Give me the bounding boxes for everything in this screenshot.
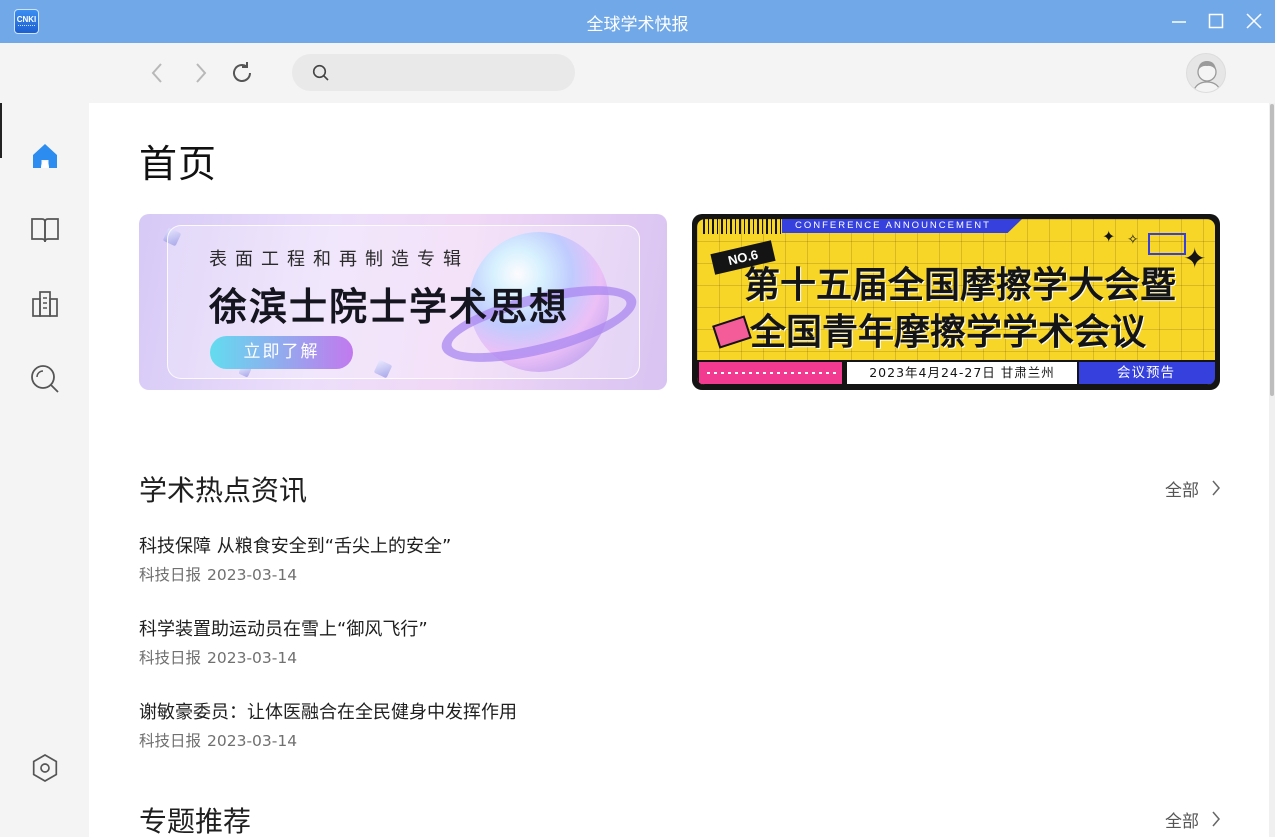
soundwave-decoration — [699, 362, 842, 384]
hot-news-more-link[interactable]: 全部 — [1165, 477, 1221, 501]
sidebar-item-home[interactable] — [26, 137, 64, 175]
news-meta: 科技日报 2023-03-14 — [139, 646, 297, 668]
sidebar — [0, 103, 89, 837]
envelope-icon — [712, 315, 752, 349]
news-item[interactable]: 科技保障 从粮食安全到“舌尖上的安全” 科技日报 2023-03-14 — [139, 532, 839, 588]
refresh-button[interactable] — [228, 59, 256, 87]
window-edge — [0, 103, 2, 158]
main-content: 首页 表面工程和再制造专辑 徐滨士院士学术思想 立即了解 CONFERENCE … — [89, 103, 1269, 837]
conference-title-line1: 第十五届全国摩擦学大会暨 — [744, 265, 1177, 306]
title-bar: CNKI 全球学术快报 — [0, 0, 1275, 43]
news-source: 科技日报 — [139, 649, 202, 667]
settings-hexagon-icon — [32, 754, 58, 782]
banner-xu-binshi[interactable]: 表面工程和再制造专辑 徐滨士院士学术思想 立即了解 — [139, 214, 667, 390]
news-date: 2023-03-14 — [207, 732, 298, 750]
window-title: 全球学术快报 — [586, 15, 689, 35]
news-source: 科技日报 — [139, 732, 202, 750]
close-button[interactable] — [1240, 8, 1268, 34]
news-date: 2023-03-14 — [207, 649, 298, 667]
maximize-button[interactable] — [1202, 8, 1230, 34]
news-title[interactable]: 科技保障 从粮食安全到“舌尖上的安全” — [139, 532, 451, 558]
chevron-right-icon — [196, 63, 207, 83]
user-avatar[interactable] — [1186, 53, 1226, 93]
banner-grid-background: CONFERENCE ANNOUNCEMENT ✦ ✧ ✦ NO.6 第十五届全… — [697, 219, 1215, 385]
building-icon — [32, 291, 58, 317]
news-item[interactable]: 科学装置助运动员在雪上“御风飞行” 科技日报 2023-03-14 — [139, 615, 839, 671]
search-box[interactable] — [292, 54, 575, 91]
announcement-tag: CONFERENCE ANNOUNCEMENT — [782, 219, 1022, 233]
hot-news-header: 学术热点资讯 全部 — [139, 469, 1221, 507]
sidebar-item-settings[interactable] — [26, 749, 64, 787]
close-icon — [1246, 13, 1262, 29]
search-input[interactable] — [336, 54, 561, 91]
sidebar-item-institution[interactable] — [26, 285, 64, 323]
news-item[interactable]: 谢敏豪委员：让体医融合在全民健身中发挥作用 科技日报 2023-03-14 — [139, 698, 839, 754]
home-icon — [33, 144, 57, 168]
news-title[interactable]: 科学装置助运动员在雪上“御风飞行” — [139, 615, 428, 641]
chevron-right-icon — [1212, 811, 1220, 827]
learn-more-button[interactable]: 立即了解 — [210, 336, 353, 369]
barcode-decoration — [703, 219, 783, 234]
banner-subtitle: 表面工程和再制造专辑 — [209, 249, 469, 270]
news-meta: 科技日报 2023-03-14 — [139, 563, 297, 585]
maximize-icon — [1208, 13, 1224, 29]
news-title[interactable]: 谢敏豪委员：让体医融合在全民健身中发挥作用 — [139, 698, 517, 724]
topics-title: 专题推荐 — [139, 805, 252, 837]
toolbar — [0, 43, 1275, 103]
topics-more-link[interactable]: 全部 — [1165, 808, 1221, 832]
conference-title-line2: 全国青年摩擦学学术会议 — [750, 312, 1147, 353]
sidebar-item-search[interactable] — [26, 360, 64, 398]
minimize-button[interactable] — [1165, 8, 1193, 34]
sparkle-icon: ✧ — [1127, 232, 1139, 248]
more-label: 全部 — [1165, 480, 1199, 501]
banner-tribology-conference[interactable]: CONFERENCE ANNOUNCEMENT ✦ ✧ ✦ NO.6 第十五届全… — [692, 214, 1220, 390]
news-source: 科技日报 — [139, 566, 202, 584]
chevron-left-icon — [151, 63, 162, 83]
user-avatar-icon — [1192, 61, 1222, 92]
page-title: 首页 — [139, 142, 218, 186]
search-icon — [312, 64, 329, 81]
search-icon — [31, 365, 59, 393]
sparkle-icon: ✦ — [1183, 242, 1207, 275]
news-meta: 科技日报 2023-03-14 — [139, 729, 297, 751]
sidebar-item-library[interactable] — [26, 211, 64, 249]
refresh-icon — [233, 62, 251, 82]
back-button[interactable] — [143, 59, 171, 87]
chevron-right-icon — [1212, 480, 1220, 496]
hot-news-title: 学术热点资讯 — [139, 474, 308, 507]
forward-button[interactable] — [187, 59, 215, 87]
rect-decoration — [1148, 233, 1186, 255]
more-label: 全部 — [1165, 811, 1199, 832]
banner-title: 徐滨士院士学术思想 — [209, 285, 570, 329]
scrollbar-thumb[interactable] — [1270, 104, 1274, 396]
minimize-icon — [1172, 21, 1186, 23]
sparkle-icon: ✦ — [1102, 227, 1116, 246]
topics-header: 专题推荐 全部 — [139, 800, 1221, 837]
conference-preview-label: 会议预告 — [1079, 362, 1215, 384]
conference-date-location: 2023年4月24-27日 甘肃兰州 — [847, 362, 1077, 384]
news-date: 2023-03-14 — [207, 566, 298, 584]
book-icon — [31, 218, 59, 243]
